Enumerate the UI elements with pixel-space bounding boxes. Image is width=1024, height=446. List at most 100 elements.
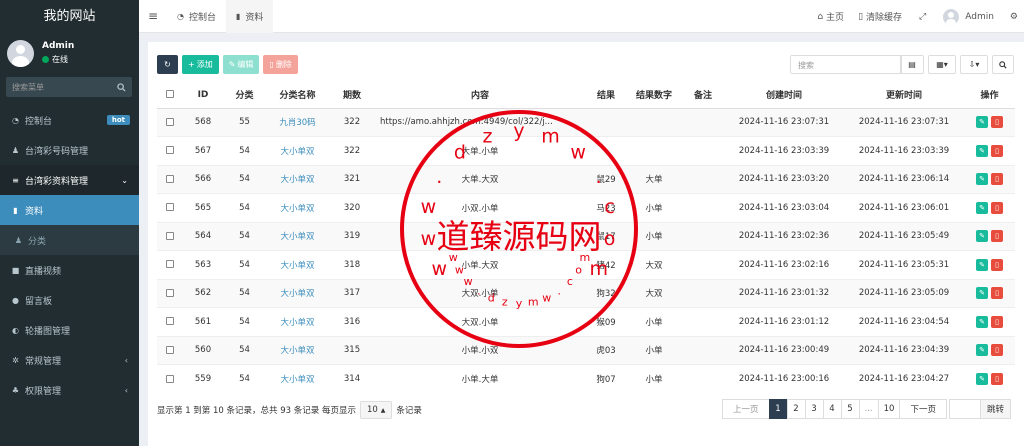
cell-category-name-link[interactable]: 大小单双 xyxy=(265,164,330,194)
row-edit-button[interactable]: ✎ xyxy=(976,116,988,129)
advanced-search-button[interactable] xyxy=(992,55,1014,74)
table-row[interactable]: 560 54 大小单双 315 小单.小双 虎03 小单 2024-11-16 … xyxy=(157,335,1015,365)
row-delete-button[interactable]: ▯ xyxy=(991,173,1003,186)
sidebar-item-carousel[interactable]: ◐ 轮播图管理 xyxy=(0,315,139,345)
common-search-toggle-button[interactable]: ▤ xyxy=(900,55,924,74)
page-button[interactable]: 5 xyxy=(840,399,860,419)
row-checkbox[interactable] xyxy=(165,117,174,126)
cell-category-name-link[interactable]: 大小单双 xyxy=(265,250,330,279)
next-page-button[interactable]: 下一页 xyxy=(899,399,947,419)
row-delete-button[interactable]: ▯ xyxy=(991,315,1003,328)
col-header-category[interactable]: 分类 xyxy=(224,82,265,109)
settings-gear-icon[interactable]: ⚙ xyxy=(1001,12,1024,22)
edit-button[interactable]: ✎ 编辑 xyxy=(222,55,260,74)
sidebar-item-permissions[interactable]: ♣ 权限管理 ‹ xyxy=(0,375,139,405)
col-header-result[interactable]: 结果 xyxy=(586,82,626,109)
row-edit-button[interactable]: ✎ xyxy=(976,230,988,243)
search-icon[interactable] xyxy=(117,82,126,92)
sidebar-item-general[interactable]: ✲ 常规管理 ‹ xyxy=(0,345,139,375)
table-row[interactable]: 565 54 大小单双 320 小双.小单 马23 小单 2024-11-16 … xyxy=(157,193,1015,222)
row-delete-button[interactable]: ▯ xyxy=(991,116,1003,129)
sidebar-item-tw-numbers[interactable]: ♟ 台湾彩号码管理 xyxy=(0,135,139,165)
col-header-created[interactable]: 创建时间 xyxy=(724,82,844,109)
select-all-checkbox[interactable] xyxy=(165,90,174,99)
export-button[interactable]: ⇩▾ xyxy=(960,55,988,74)
page-button[interactable]: 3 xyxy=(804,399,824,419)
row-checkbox[interactable] xyxy=(165,317,174,326)
row-delete-button[interactable]: ▯ xyxy=(991,287,1003,300)
row-edit-button[interactable]: ✎ xyxy=(976,373,988,385)
row-checkbox[interactable] xyxy=(165,174,174,183)
col-header-id[interactable]: ID xyxy=(182,82,224,109)
col-header-content[interactable]: 内容 xyxy=(374,82,586,109)
table-row[interactable]: 566 54 大小单双 321 大单.大双 鼠29 大单 2024-11-16 … xyxy=(157,164,1015,194)
cell-category-name-link[interactable]: 九肖30码 xyxy=(265,107,330,137)
sidebar-item-dashboard[interactable]: ◔ 控制台 hot xyxy=(0,105,139,135)
row-edit-button[interactable]: ✎ xyxy=(976,344,988,357)
delete-button[interactable]: ▯ 删除 xyxy=(263,55,298,74)
row-checkbox[interactable] xyxy=(165,146,174,155)
row-edit-button[interactable]: ✎ xyxy=(976,201,988,214)
page-jump-button[interactable]: 跳转 xyxy=(980,399,1012,419)
cell-category-name-link[interactable]: 大小单双 xyxy=(265,136,330,165)
clear-cache-button[interactable]: ▯ 清除缓存 xyxy=(851,10,909,24)
sidebar-item-category[interactable]: ♟ 分类 xyxy=(0,225,139,255)
row-delete-button[interactable]: ▯ xyxy=(991,230,1003,243)
row-checkbox[interactable] xyxy=(165,203,174,212)
row-checkbox[interactable] xyxy=(165,231,174,240)
table-row[interactable]: 559 54 大小单双 314 小单.大单 狗07 小单 2024-11-16 … xyxy=(157,364,1015,393)
row-delete-button[interactable]: ▯ xyxy=(991,144,1003,157)
row-edit-button[interactable]: ✎ xyxy=(976,315,988,328)
row-edit-button[interactable]: ✎ xyxy=(976,287,988,300)
page-button[interactable]: 10 xyxy=(877,399,901,419)
cell-category-name-link[interactable]: 大小单双 xyxy=(265,278,330,308)
sidebar-item-live-video[interactable]: ■ 直播视频 xyxy=(0,255,139,285)
table-row[interactable]: 563 54 大小单双 318 小单.大双 猪42 大双 2024-11-16 … xyxy=(157,250,1015,279)
sidebar-item-guestbook[interactable]: ● 留言板 xyxy=(0,285,139,315)
fullscreen-icon[interactable]: ⤢ xyxy=(909,12,936,22)
page-button[interactable]: 1 xyxy=(768,399,788,419)
cell-category-name-link[interactable]: 大小单双 xyxy=(265,364,330,393)
table-row[interactable]: 561 54 大小单双 316 大双.小单 猴09 小单 2024-11-16 … xyxy=(157,307,1015,336)
columns-toggle-button[interactable]: ▦▾ xyxy=(928,55,956,74)
row-edit-button[interactable]: ✎ xyxy=(976,258,988,271)
row-checkbox[interactable] xyxy=(165,260,174,269)
col-header-period[interactable]: 期数 xyxy=(330,82,374,109)
sidebar-item-data[interactable]: ▮ 资料 xyxy=(0,195,139,225)
tab-data[interactable]: ▮ 资料 xyxy=(226,0,274,33)
cell-category-name-link[interactable]: 大小单双 xyxy=(265,221,330,251)
table-row[interactable]: 568 55 九肖30码 322 https://amo.ahhjzh.com:… xyxy=(157,107,1015,137)
cell-category-name-link[interactable]: 大小单双 xyxy=(265,193,330,222)
home-link[interactable]: ⌂ 主页 xyxy=(810,10,851,24)
page-button[interactable]: 2 xyxy=(786,399,806,419)
site-title[interactable]: 我的网站 xyxy=(0,0,139,33)
table-row[interactable]: 564 54 大小单双 319 鼠17 小单 2024-11-16 23:02:… xyxy=(157,221,1015,251)
col-header-note[interactable]: 备注 xyxy=(682,82,724,109)
cell-category-name-link[interactable]: 大小单双 xyxy=(265,335,330,365)
page-jump-input[interactable] xyxy=(949,399,981,419)
col-header-updated[interactable]: 更新时间 xyxy=(844,82,964,109)
sidebar-item-tw-data[interactable]: ≡ 台湾彩资料管理 ⌄ xyxy=(0,165,139,195)
page-button[interactable]: 4 xyxy=(822,399,842,419)
table-row[interactable]: 562 54 大小单双 317 大双.小单 狗32 大双 2024-11-16 … xyxy=(157,278,1015,308)
prev-page-button[interactable]: 上一页 xyxy=(722,399,770,419)
tab-dashboard[interactable]: ◔ 控制台 xyxy=(167,0,226,33)
row-edit-button[interactable]: ✎ xyxy=(976,173,988,186)
row-checkbox[interactable] xyxy=(165,288,174,297)
row-delete-button[interactable]: ▯ xyxy=(991,344,1003,357)
row-delete-button[interactable]: ▯ xyxy=(991,201,1003,214)
row-checkbox[interactable] xyxy=(165,345,174,354)
refresh-button[interactable]: ↻ xyxy=(157,55,178,74)
col-header-category-name[interactable]: 分类名称 xyxy=(265,82,330,109)
page-size-select[interactable]: 10 ▲ xyxy=(359,401,393,419)
cell-category-name-link[interactable]: 大小单双 xyxy=(265,307,330,336)
row-checkbox[interactable] xyxy=(165,374,174,383)
menu-toggle-icon[interactable]: ≡ xyxy=(139,9,167,23)
row-edit-button[interactable]: ✎ xyxy=(976,144,988,157)
row-delete-button[interactable]: ▯ xyxy=(991,258,1003,271)
add-button[interactable]: + 添加 xyxy=(182,55,219,74)
row-delete-button[interactable]: ▯ xyxy=(991,373,1003,385)
table-row[interactable]: 567 54 大小单双 322 大单.小单 2024-11-16 23:03:3… xyxy=(157,136,1015,165)
table-search-input[interactable]: 搜索 xyxy=(790,55,902,74)
col-header-result-num[interactable]: 结果数字 xyxy=(626,82,682,109)
